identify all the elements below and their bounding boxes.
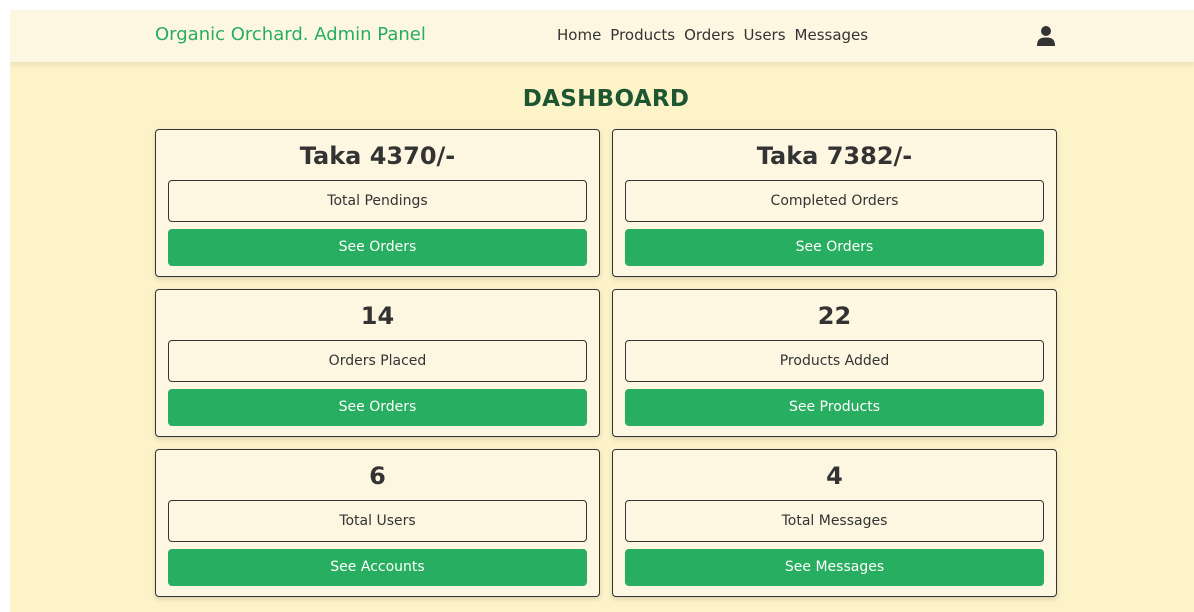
card-value: Taka 7382/- (756, 142, 913, 170)
card-total-messages: 4 Total Messages See Messages (612, 449, 1057, 597)
see-messages-button[interactable]: See Messages (625, 549, 1044, 586)
card-completed-orders: Taka 7382/- Completed Orders See Orders (612, 129, 1057, 277)
card-label: Total Pendings (168, 180, 587, 222)
user-icon[interactable] (1036, 25, 1056, 47)
card-value: 6 (369, 462, 386, 490)
nav-link-users[interactable]: Users (744, 26, 786, 44)
app-frame: Organic Orchard. Admin Panel Home Produc… (10, 10, 1194, 612)
nav-link-home[interactable]: Home (557, 26, 601, 44)
see-orders-button[interactable]: See Orders (168, 229, 587, 266)
page-title: DASHBOARD (522, 86, 690, 112)
card-label: Orders Placed (168, 340, 587, 382)
card-value: 22 (817, 302, 852, 330)
card-value: 4 (826, 462, 843, 490)
brand-logo[interactable]: Organic Orchard. Admin Panel (155, 24, 426, 45)
card-label: Total Messages (625, 500, 1044, 542)
card-label: Completed Orders (625, 180, 1044, 222)
dashboard-grid: Taka 4370/- Total Pendings See Orders Ta… (155, 129, 1057, 597)
nav-link-messages[interactable]: Messages (795, 26, 869, 44)
card-total-users: 6 Total Users See Accounts (155, 449, 600, 597)
see-orders-button[interactable]: See Orders (168, 389, 587, 426)
nav-link-orders[interactable]: Orders (684, 26, 734, 44)
see-products-button[interactable]: See Products (625, 389, 1044, 426)
card-total-pendings: Taka 4370/- Total Pendings See Orders (155, 129, 600, 277)
card-value: Taka 4370/- (299, 142, 456, 170)
card-products-added: 22 Products Added See Products (612, 289, 1057, 437)
card-value: 14 (360, 302, 395, 330)
nav-link-products[interactable]: Products (610, 26, 675, 44)
card-orders-placed: 14 Orders Placed See Orders (155, 289, 600, 437)
card-label: Products Added (625, 340, 1044, 382)
see-accounts-button[interactable]: See Accounts (168, 549, 587, 586)
navbar: Organic Orchard. Admin Panel Home Produc… (10, 10, 1194, 62)
see-orders-button[interactable]: See Orders (625, 229, 1044, 266)
card-label: Total Users (168, 500, 587, 542)
main-nav: Home Products Orders Users Messages (557, 26, 868, 44)
